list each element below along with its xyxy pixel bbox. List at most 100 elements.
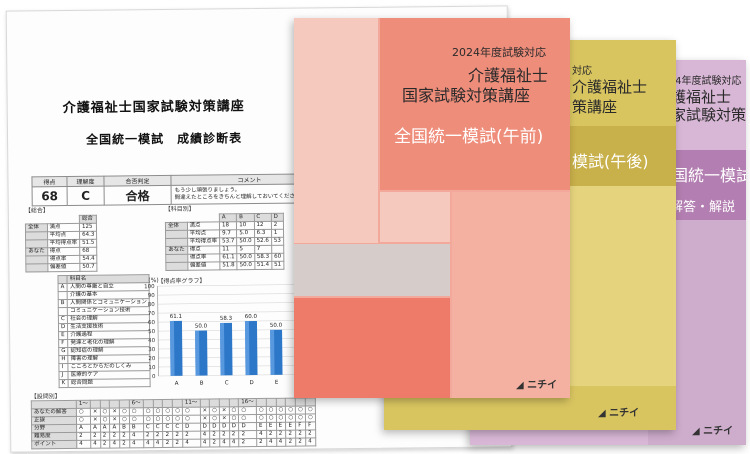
answer-cell: ○ — [153, 415, 164, 424]
legend-code — [58, 291, 68, 300]
answer-cell: C — [153, 423, 164, 432]
legend-code — [58, 307, 68, 316]
answer-cell: ○ — [172, 415, 183, 424]
subject-cell: あなた — [165, 246, 188, 255]
y-tick-label: 100 — [144, 284, 155, 290]
answer-cell: ○ — [295, 414, 306, 423]
x-tick-label: E — [275, 380, 279, 386]
subject-cell: 53 — [271, 237, 284, 246]
answer-cell: ○ — [275, 406, 286, 415]
answer-cell: ○ — [162, 415, 173, 424]
answer-cell: 2 — [209, 430, 220, 440]
answer-cell: 4 — [129, 431, 144, 440]
answer-cell: 2 — [239, 430, 257, 439]
book1-right-panel — [452, 192, 570, 398]
subject-cell: 18 — [219, 221, 237, 230]
answer-cell: ○ — [229, 414, 239, 423]
answer-cell: × — [109, 407, 120, 417]
answer-cell: 2 — [266, 430, 277, 439]
overall-cell — [25, 239, 48, 248]
overall-cell — [25, 255, 48, 264]
book1-year-label: 2024年度試験対応 — [452, 46, 546, 59]
answer-cell: ○ — [172, 407, 183, 416]
answer-cell: ○ — [305, 413, 316, 423]
answer-cell: ○ — [100, 416, 110, 425]
subject-col-head: C — [253, 213, 272, 222]
bar-value-label: 50.0 — [195, 324, 208, 330]
answer-cell: 4 — [305, 437, 316, 447]
answer-cell: F — [305, 421, 316, 431]
overall-cell: 68 — [79, 247, 98, 256]
subject-cell: 5 — [236, 245, 255, 254]
answer-cell: A — [76, 424, 91, 433]
answer-cell: 4 — [200, 431, 210, 440]
bar-highlight — [270, 329, 275, 375]
grade-value: C — [67, 186, 105, 206]
answer-cell: 2 — [119, 431, 130, 440]
answer-cell: F — [295, 422, 306, 431]
subject-cell: 51.8 — [219, 261, 238, 270]
overall-col-head: 総合 — [79, 215, 97, 224]
answer-cell: ○ — [119, 407, 130, 416]
answer-cell: 2 — [182, 431, 201, 440]
answer-cell: 4 — [143, 439, 154, 448]
answer-cell: ○ — [305, 405, 316, 415]
x-tick-label: C — [225, 380, 229, 386]
header-judgement-label: 合否判定 — [103, 175, 172, 187]
answer-cell: 4 — [76, 440, 91, 449]
answer-cell: 2 — [229, 430, 240, 439]
answer-cell: 2 — [256, 438, 267, 447]
answer-cell: ○ — [99, 408, 110, 417]
answer-cell: 2 — [209, 438, 220, 448]
answer-cell: 4 — [276, 438, 287, 447]
answer-cell: D — [182, 423, 201, 432]
answer-cell: 4 — [219, 438, 230, 447]
header-grade-label: 理解度 — [66, 176, 105, 187]
subject-cell: 7 — [254, 245, 272, 254]
subject-cell: 平均得点率 — [187, 237, 220, 247]
subject-col-head: D — [271, 213, 284, 222]
x-tick-label: D — [249, 380, 253, 386]
answer-cell: 2 — [305, 429, 316, 439]
subject-cell: 60 — [271, 253, 284, 262]
answer-cell: ○ — [238, 406, 257, 415]
answer-cell: ○ — [153, 407, 163, 416]
overall-cell: 51.5 — [79, 239, 97, 248]
subject-col-head: B — [236, 213, 254, 222]
y-tick-label: 40 — [148, 338, 156, 344]
subject-cell: 53.7 — [219, 237, 237, 246]
answer-cell: E — [285, 422, 296, 431]
subject-cell: 全体 — [165, 222, 188, 231]
answer-cell: B — [129, 423, 144, 432]
y-tick-label: 70 — [148, 311, 156, 317]
book1-title-2: 国家試験対策講座 — [402, 86, 531, 105]
answer-cell: D — [229, 422, 240, 431]
answer-cell: C — [172, 423, 183, 432]
subject-cell — [165, 230, 188, 239]
book3-logo: ◢ ニチイ — [692, 426, 734, 437]
bar-highlight — [169, 320, 175, 376]
answer-cell: × — [90, 408, 101, 417]
answer-cell: 4 — [200, 439, 210, 448]
answer-cell: 2 — [143, 431, 154, 440]
y-tick-label: 20 — [148, 356, 156, 362]
legend-code: D — [58, 323, 68, 332]
book1-logo-text: ニチイ — [527, 380, 558, 391]
legend-code: E — [58, 331, 68, 340]
subject-cell: 11 — [219, 245, 238, 254]
answer-cell: ○ — [295, 406, 306, 415]
book2-exam: 模試(午後) — [572, 152, 649, 171]
answer-cell: 4 — [182, 439, 201, 448]
answer-col-head: 1～ — [76, 400, 91, 409]
answer-cell: ○ — [266, 406, 277, 415]
answer-cell: 2 — [90, 432, 101, 441]
answer-cell: × — [90, 416, 101, 425]
report-title: 介護福祉士国家試験対策講座 — [62, 99, 245, 117]
answer-cell: ○ — [209, 414, 220, 424]
answer-cell: 2 — [239, 438, 257, 447]
answer-cell: 2 — [100, 440, 111, 449]
answer-cell: 4 — [266, 438, 277, 447]
book1-logo: ◢ ニチイ — [516, 380, 558, 391]
answer-cell: E — [266, 422, 277, 431]
answer-cell: 4 — [110, 439, 120, 449]
